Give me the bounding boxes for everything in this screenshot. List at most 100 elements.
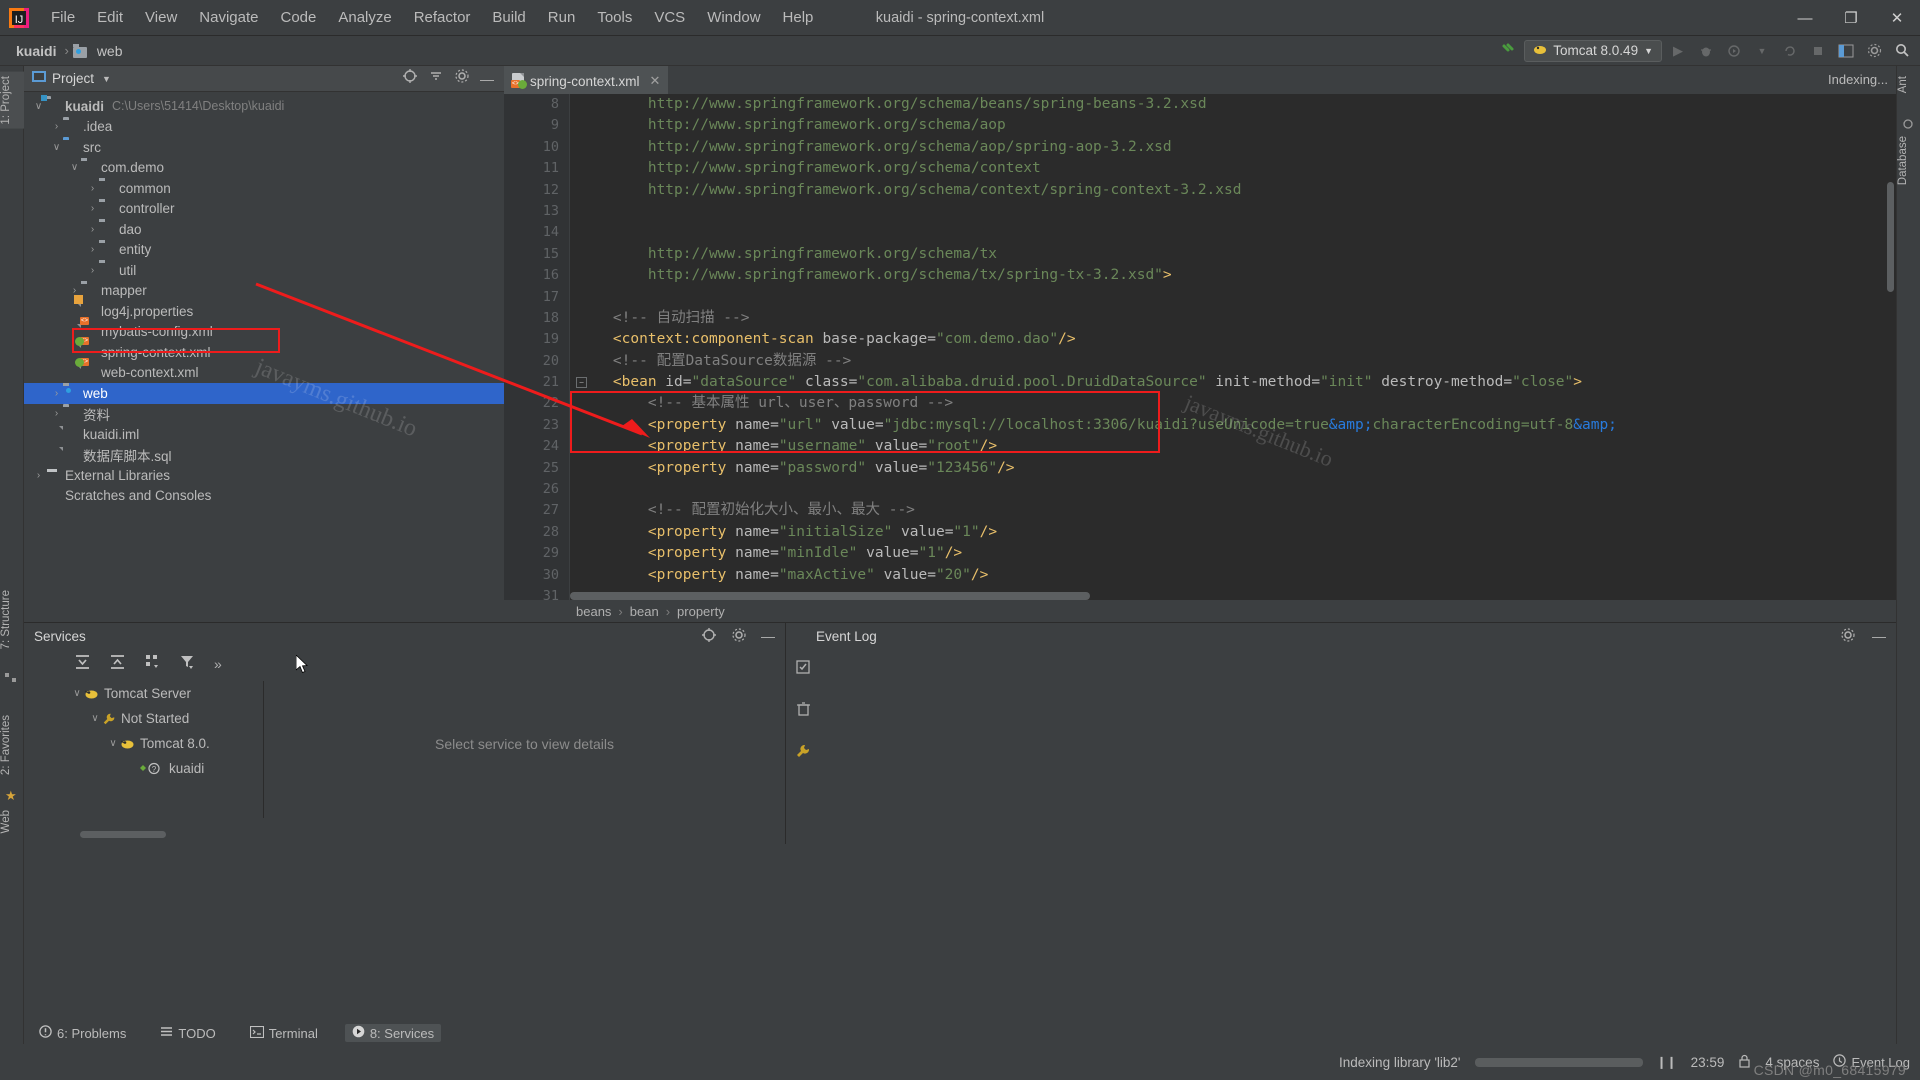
project-file-tree[interactable]: ∨kuaidiC:\Users\51414\Desktop\kuaidi›.id… xyxy=(24,92,504,622)
tree-item-entity[interactable]: ›entity xyxy=(24,240,504,261)
breadcrumb-beans[interactable]: beans xyxy=(576,604,611,619)
project-panel-controls[interactable]: — xyxy=(402,68,500,89)
expand-chevron-icon[interactable]: ∨ xyxy=(32,101,45,112)
search-icon[interactable] xyxy=(1890,40,1914,62)
hide-panel-icon[interactable]: — xyxy=(480,71,500,87)
menu-edit[interactable]: Edit xyxy=(86,5,134,30)
code-line[interactable]: http://www.springframework.org/schema/tx… xyxy=(570,265,1896,286)
menu-vcs[interactable]: VCS xyxy=(643,5,696,30)
chevron-down-icon[interactable]: ▼ xyxy=(102,74,111,84)
code-line[interactable]: <!-- 自动扫描 --> xyxy=(570,308,1896,329)
expand-chevron-icon[interactable]: › xyxy=(32,470,45,481)
tool-button-project[interactable]: 1: Project xyxy=(0,72,24,129)
editor-tab-spring-context[interactable]: <> spring-context.xml ✕ xyxy=(504,66,668,94)
tree-item-mybatis-config-xml[interactable]: <>mybatis-config.xml xyxy=(24,322,504,343)
code-line[interactable]: <context:component-scan base-package="co… xyxy=(570,329,1896,350)
tree-item-kuaidi[interactable]: ∨kuaidiC:\Users\51414\Desktop\kuaidi xyxy=(24,96,504,117)
code-line[interactable]: http://www.springframework.org/schema/tx xyxy=(570,244,1896,265)
collapse-all-icon[interactable] xyxy=(109,653,126,675)
wrench-icon[interactable] xyxy=(795,743,811,763)
tree-item-kuaidi-iml[interactable]: kuaidi.iml xyxy=(24,424,504,445)
menu-view[interactable]: View xyxy=(134,5,188,30)
menu-analyze[interactable]: Analyze xyxy=(327,5,402,30)
tool-button-database[interactable]: Database xyxy=(1897,132,1920,189)
services-toolbar[interactable]: » xyxy=(24,649,786,679)
breadcrumb-kuaidi[interactable]: kuaidi xyxy=(12,41,60,61)
menu-help[interactable]: Help xyxy=(772,5,825,30)
code-content[interactable]: http://www.springframework.org/schema/be… xyxy=(570,94,1896,600)
tree-item-spring-context-xml[interactable]: <>spring-context.xml xyxy=(24,342,504,363)
tree-item-log4j-properties[interactable]: log4j.properties xyxy=(24,301,504,322)
code-line[interactable]: <!-- 配置初始化大小、最小、最大 --> xyxy=(570,500,1896,521)
chevron-down-icon[interactable]: ▼ xyxy=(1644,46,1653,56)
editor-tab-bar[interactable]: <> spring-context.xml ✕ Indexing... xyxy=(504,66,1896,94)
horizontal-scrollbar[interactable] xyxy=(570,592,1090,600)
expand-chevron-icon[interactable]: › xyxy=(50,408,63,419)
expand-chevron-icon[interactable]: › xyxy=(50,121,63,132)
stop-icon[interactable] xyxy=(1806,40,1830,62)
tree-item-mapper[interactable]: ›mapper xyxy=(24,281,504,302)
debug-icon[interactable] xyxy=(1694,40,1718,62)
group-by-icon[interactable] xyxy=(144,653,161,675)
services-header-controls[interactable]: — xyxy=(701,627,775,646)
tool-button-ant[interactable]: Ant xyxy=(1897,72,1920,97)
tree-item-web[interactable]: ›web xyxy=(24,383,504,404)
tree-item--idea[interactable]: ›.idea xyxy=(24,117,504,138)
expand-chevron-icon[interactable]: › xyxy=(86,183,99,194)
tree-item-scratches-and-consoles[interactable]: Scratches and Consoles xyxy=(24,486,504,507)
tool-button-terminal[interactable]: Terminal xyxy=(243,1025,325,1042)
filter-icon[interactable] xyxy=(179,653,196,675)
expand-chevron-icon[interactable]: › xyxy=(86,224,99,235)
hammer-icon[interactable] xyxy=(1496,40,1520,62)
services-tree-item-kuaidi[interactable]: ?kuaidi xyxy=(64,756,263,781)
code-line[interactable] xyxy=(570,201,1896,222)
code-line[interactable]: http://www.springframework.org/schema/ao… xyxy=(570,137,1896,158)
code-line[interactable]: <property name="maxActive" value="20"/> xyxy=(570,565,1896,586)
menu-file[interactable]: File xyxy=(40,5,86,30)
expand-chevron-icon[interactable]: › xyxy=(86,203,99,214)
bottom-tool-button-bar[interactable]: 6: Problems TODO Terminal 8: Services xyxy=(24,1022,1896,1044)
tool-button-favorites[interactable]: 2: Favorites xyxy=(0,711,24,779)
menu-window[interactable]: Window xyxy=(696,5,771,30)
expand-chevron-icon[interactable]: ∨ xyxy=(106,738,120,749)
code-line[interactable]: <property name="password" value="123456"… xyxy=(570,458,1896,479)
breadcrumb-bean[interactable]: bean xyxy=(630,604,659,619)
code-line[interactable]: http://www.springframework.org/schema/ao… xyxy=(570,115,1896,136)
minimize-button[interactable]: — xyxy=(1782,0,1828,36)
expand-chevron-icon[interactable]: › xyxy=(86,265,99,276)
tree-item-com-demo[interactable]: ∨com.demo xyxy=(24,158,504,179)
gear-icon[interactable] xyxy=(1840,627,1856,646)
services-tree-item-tomcat-server[interactable]: ∨Tomcat Server xyxy=(64,681,263,706)
run-icon[interactable]: ▶ xyxy=(1666,40,1690,62)
layout-icon[interactable] xyxy=(1834,40,1858,62)
expand-chevron-icon[interactable]: ∨ xyxy=(88,713,102,724)
code-line[interactable]: http://www.springframework.org/schema/co… xyxy=(570,180,1896,201)
close-icon[interactable]: ✕ xyxy=(650,73,661,89)
services-tree-item-tomcat-8-0-[interactable]: ∨Tomcat 8.0. xyxy=(64,731,263,756)
vertical-scrollbar[interactable] xyxy=(1887,182,1894,292)
hide-panel-icon[interactable]: — xyxy=(1872,628,1886,644)
expand-chevron-icon[interactable]: › xyxy=(86,244,99,255)
code-line[interactable]: http://www.springframework.org/schema/co… xyxy=(570,158,1896,179)
menu-bar[interactable]: File Edit View Navigate Code Analyze Ref… xyxy=(40,5,824,30)
edit-icon[interactable] xyxy=(795,659,811,679)
tree-item-controller[interactable]: ›controller xyxy=(24,199,504,220)
maximize-button[interactable]: ❐ xyxy=(1828,0,1874,36)
tree-item-external-libraries[interactable]: ›External Libraries xyxy=(24,465,504,486)
menu-refactor[interactable]: Refactor xyxy=(403,5,482,30)
editor-breadcrumbs[interactable]: beans › bean › property xyxy=(504,600,1896,622)
menu-tools[interactable]: Tools xyxy=(586,5,643,30)
code-line[interactable]: <!-- 基本属性 url、user、password --> xyxy=(570,393,1896,414)
tree-item--[interactable]: ›资料 xyxy=(24,404,504,425)
rerun-icon[interactable] xyxy=(1778,40,1802,62)
tree-item-util[interactable]: ›util xyxy=(24,260,504,281)
breadcrumb[interactable]: kuaidi › web xyxy=(12,41,127,61)
code-line[interactable]: <property name="username" value="root"/> xyxy=(570,436,1896,457)
tree-item-web-context-xml[interactable]: <>web-context.xml xyxy=(24,363,504,384)
window-controls[interactable]: — ❐ ✕ xyxy=(1782,0,1920,36)
services-tree-item-not-started[interactable]: ∨Not Started xyxy=(64,706,263,731)
settings-gear-icon[interactable] xyxy=(1862,40,1886,62)
code-line[interactable]: http://www.springframework.org/schema/be… xyxy=(570,94,1896,115)
run-with-coverage-icon[interactable] xyxy=(1722,40,1746,62)
gear-icon[interactable] xyxy=(454,68,470,89)
